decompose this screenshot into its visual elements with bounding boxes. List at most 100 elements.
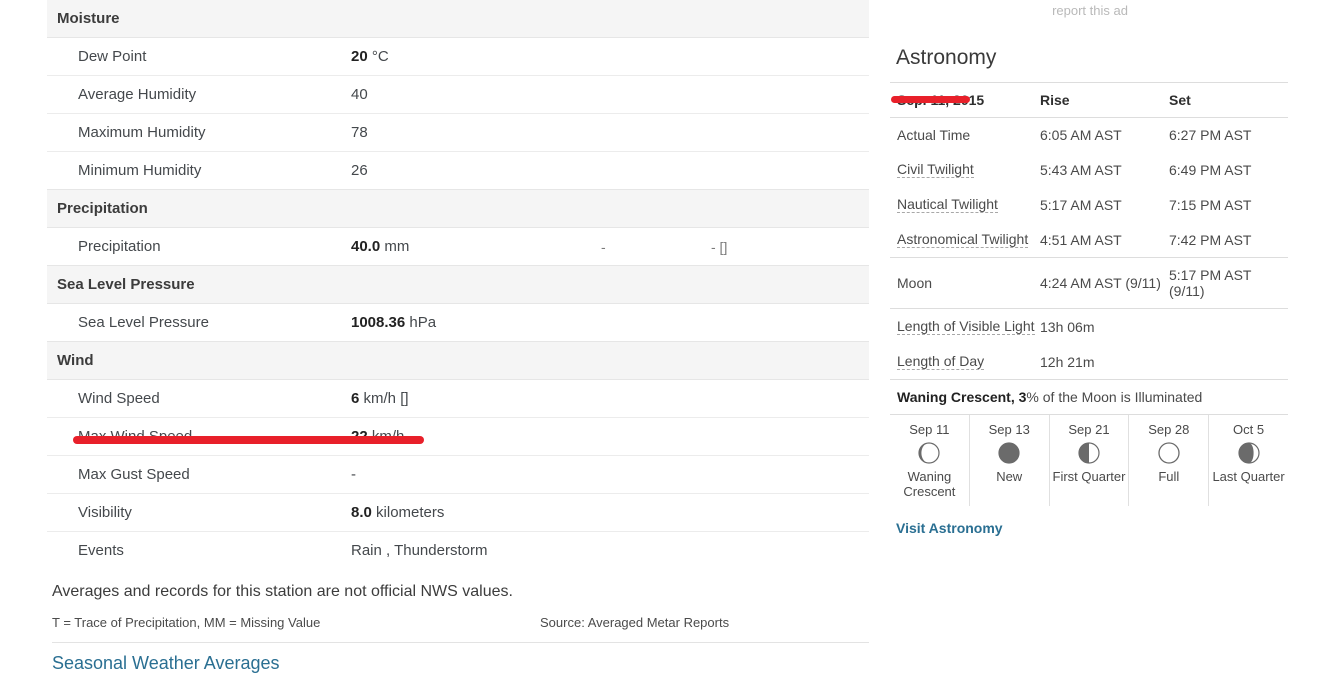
astronomy-row-rise: 13h 06m	[1040, 318, 1095, 335]
table-row: Minimum Humidity 26	[47, 152, 869, 190]
row-extra-2	[711, 455, 870, 494]
astronomy-row-rise: 12h 21m	[1040, 344, 1169, 380]
row-extra-1	[601, 532, 711, 570]
row-value-number: 40.0	[351, 238, 381, 255]
astronomy-row-rise: 4:51 AM AST	[1040, 222, 1169, 258]
astronomy-row-set: 6:49 PM AST	[1169, 161, 1252, 178]
row-extra-1	[601, 37, 711, 76]
row-extra-1	[601, 379, 711, 418]
moon-illumination-suffix: % of the Moon is Illuminated	[1026, 389, 1203, 405]
row-value-unit: -	[351, 466, 356, 483]
row-value-number: 6	[351, 390, 360, 407]
moon-phase-name: First Quarter	[1052, 469, 1126, 484]
weather-history-panel: Moisture Dew Point 20 °C Average Humidit…	[47, 0, 870, 674]
astronomy-row-actual-time: Actual Time 6:05 AM AST 6:27 PM AST	[890, 118, 1288, 153]
row-value: 20 °C	[351, 37, 601, 76]
row-value-number: 1008.36	[351, 314, 406, 331]
row-label: Minimum Humidity	[78, 162, 202, 179]
moon-phase-cell-sep-28[interactable]: Sep 28 Full	[1129, 415, 1210, 506]
astronomy-row-rise: 6:05 AM AST	[1040, 127, 1122, 143]
row-value-unit: km/h []	[363, 390, 409, 407]
moon-phase-cell-sep-21[interactable]: Sep 21 First Quarter	[1050, 415, 1130, 506]
astronomy-row-set: 6:27 PM AST	[1169, 127, 1252, 143]
row-extra-2	[711, 304, 869, 342]
row-value-unit: °C	[371, 48, 389, 65]
astronomy-row-label: Moon	[890, 257, 1040, 309]
last-quarter-moon-icon	[1237, 442, 1260, 464]
row-extra-2: - []	[711, 238, 728, 255]
astronomy-set-header: Set	[1169, 82, 1288, 118]
astronomy-row-set: 5:17 PM AST (9/11)	[1169, 257, 1288, 309]
section-title: Wind	[47, 341, 870, 380]
tooltip-term[interactable]: Length of Day	[897, 354, 985, 370]
row-extra-1: -	[601, 238, 606, 255]
row-value-unit: 26	[351, 162, 368, 179]
row-value: 26	[351, 152, 601, 190]
moon-phase-name: Full	[1158, 469, 1180, 484]
moon-phase-name: Waning Crescent	[903, 469, 956, 499]
row-value-number: 22	[351, 428, 368, 445]
row-value: 1008.36 hPa	[351, 304, 601, 342]
table-row: Dew Point 20 °C	[47, 37, 870, 76]
tooltip-term[interactable]: Length of Visible Light	[897, 319, 1035, 335]
visit-astronomy-link[interactable]: Visit Astronomy	[896, 520, 1003, 536]
moon-illumination-text: Waning Crescent, 3% of the Moon is Illum…	[890, 380, 1288, 415]
full-moon-icon	[1158, 442, 1180, 464]
new-moon-icon	[998, 442, 1020, 464]
table-row: Max Gust Speed -	[47, 455, 870, 494]
legend-text: T = Trace of Precipitation, MM = Missing…	[52, 615, 321, 630]
row-value-number: 20	[351, 48, 368, 65]
table-row: Events Rain , Thunderstorm	[47, 532, 869, 570]
table-legend-row: T = Trace of Precipitation, MM = Missing…	[52, 615, 869, 633]
astronomy-row-rise: 5:43 AM AST	[1040, 161, 1122, 178]
row-extra-1	[601, 417, 711, 456]
table-row: Sea Level Pressure 1008.36 hPa	[47, 304, 869, 342]
astronomy-date-header: Sep. 11, 2015	[890, 82, 1040, 118]
row-extra-1	[601, 152, 711, 190]
astronomy-row-label: Civil Twilight	[890, 152, 1040, 187]
astronomy-panel: report this ad Astronomy Sep. 11, 2015 R…	[890, 0, 1290, 538]
nws-disclaimer: Averages and records for this station ar…	[52, 583, 513, 600]
moon-phase-date: Oct 5	[1233, 422, 1265, 437]
tooltip-term[interactable]: Nautical Twilight	[897, 197, 998, 213]
row-label: Dew Point	[47, 37, 351, 76]
astronomy-rise-header: Rise	[1040, 82, 1169, 118]
astronomy-row-label: Length of Visible Light	[890, 309, 1040, 345]
section-header-wind: Wind	[47, 341, 870, 380]
report-this-ad-link[interactable]: report this ad	[890, 0, 1290, 18]
row-label: Visibility	[47, 493, 351, 532]
astronomy-row-set: 7:15 PM AST	[1169, 196, 1252, 213]
row-extra-1	[601, 455, 711, 494]
table-row: Wind Speed 6 km/h []	[47, 379, 870, 418]
table-row: Visibility 8.0 kilometers	[47, 493, 870, 532]
moon-phase-cell-oct-5[interactable]: Oct 5 Last Quarter	[1209, 415, 1288, 506]
row-value-unit: 40	[351, 86, 368, 103]
label-text: Moon	[897, 275, 933, 291]
weather-history-table: Moisture Dew Point 20 °C Average Humidit…	[47, 0, 870, 570]
row-value: 78	[351, 113, 601, 152]
moon-phase-cell-sep-11[interactable]: Sep 11 Waning Crescent	[890, 415, 970, 506]
row-value-unit: hPa	[409, 314, 437, 331]
section-title: Sea Level Pressure	[47, 265, 870, 304]
moon-phase-cell-sep-13[interactable]: Sep 13 New	[970, 415, 1050, 506]
astronomy-row-set: 7:42 PM AST	[1169, 222, 1288, 258]
row-value-unit: km/h	[371, 428, 405, 445]
astronomy-row-set	[1169, 344, 1288, 380]
seasonal-weather-averages-link[interactable]: Seasonal Weather Averages	[52, 653, 280, 674]
row-value: 40	[351, 75, 601, 114]
row-extra-2	[711, 113, 870, 152]
row-label: Maximum Humidity	[47, 113, 351, 152]
tooltip-term[interactable]: Civil Twilight	[897, 162, 974, 178]
row-value-number: 8.0	[351, 504, 372, 521]
tooltip-term[interactable]: Astronomical Twilight	[897, 232, 1029, 248]
row-value: 8.0 kilometers	[351, 493, 601, 532]
row-label: Max Wind Speed	[47, 417, 351, 456]
row-extra-2	[711, 379, 870, 418]
astronomy-table-header: Sep. 11, 2015 Rise Set	[890, 82, 1288, 118]
moon-phase-date: Sep 21	[1068, 422, 1110, 437]
astronomy-row-rise: 4:24 AM AST (9/11)	[1040, 257, 1169, 309]
row-value: 6 km/h []	[351, 379, 601, 418]
row-extra-2	[711, 75, 870, 114]
row-value-unit: kilometers	[376, 504, 445, 521]
astronomy-row-astronomical-twilight: Astronomical Twilight 4:51 AM AST 7:42 P…	[890, 222, 1288, 258]
